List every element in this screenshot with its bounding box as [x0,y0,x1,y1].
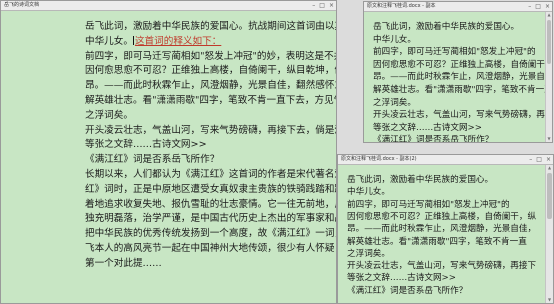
text-line: 等张之文辞……古诗文网>> [85,139,207,151]
window-title: 原文和注释飞桂词.docx - 副本 [367,3,436,9]
title-bar[interactable]: 原文和注释飞桂词.docx - 副本(2) – □ × [338,155,553,165]
title-bar[interactable]: 原文和注释飞桂词.docx - 副本 – □ × [364,2,552,12]
document-body[interactable]: 岳飞此词，激励着中华民族的爱国心。 中华儿女。前四字，即可马迁写蔺相如"怒发上冲冠… [364,12,552,142]
text-line: 岳飞此词，激励着中华民族的爱国心。抗战期间这首词由以其低回 [85,21,337,32]
text-line: 昂。——而此时秋霖乍止，风澄烟静，光景自佳， [347,224,537,235]
window-title: 岳飞的诗词文档 [4,2,40,8]
text-line: 岳飞此词，激励着中华民族的爱国心。 [347,175,494,185]
text-line: 因何愈思愈不可忍？正维独上高楼，自倚阑干，纵 [347,211,537,222]
text-line: 之浮词矣。 [85,109,133,121]
text-line: 岳飞此词，激励着中华民族的爱国心。 [373,22,520,32]
text-line: 中华儿女。 [373,34,416,45]
maximize-icon[interactable]: □ [536,155,542,164]
text-line: 红》词时，正是中原地区遭受女真奴隶主贵族的铁骑践踏和蹂躏的岁月 [85,183,336,195]
scrollbar-thumb[interactable] [547,20,551,64]
text-line: 开头凌云壮志，气盖山河，写来气势磅礴，再接下 [347,261,537,272]
maximize-icon[interactable]: □ [535,2,541,11]
minimize-icon[interactable]: – [529,155,532,164]
scroll-down-icon[interactable]: ▼ [546,297,553,303]
text-line: 第一个对此提…… [85,257,162,269]
scroll-up-icon[interactable]: ▲ [546,12,552,18]
vertical-scrollbar[interactable]: ▲ ▼ [545,165,553,303]
text-line: 独充明磊落，治学严谨，是中国古代历史上杰出的军事家和战略家，他是 [85,213,336,225]
scroll-up-icon[interactable]: ▲ [546,165,553,171]
document-body[interactable]: 岳飞此词，激励着中华民族的爱国心。抗战期间这首词由以其低回 中华儿女。 这首词的释义… [1,11,336,303]
title-bar[interactable]: 岳飞的诗词文档 – □ × [1,1,336,11]
text-cursor [132,35,134,45]
text-line: 飞本人的高风亮节一起在中国神州大地传颂，很少有人怀疑《满江红》 [85,243,336,254]
minimize-icon[interactable]: – [312,1,315,10]
text-segment: 中华儿女。 [85,35,133,47]
minimize-icon[interactable]: – [528,2,531,11]
text-line: 等张之文辞……古诗文网>> [347,273,456,284]
copy2-document-window[interactable]: 原文和注释飞桂词.docx - 副本(2) – □ × 岳飞此词，激励着中华民族… [337,154,554,304]
text-line: 前四字，即可马迁写蔺相如"怒发上冲冠"的 [373,47,536,58]
text-line: 等张之文辞……古诗文网>> [373,122,482,133]
text-line: 之浮词矣。 [347,248,390,259]
text-line: 前四字，即可马迁写蔺相如"怒发上冲冠"的 [347,199,510,210]
close-icon[interactable]: × [545,2,550,11]
maximize-icon[interactable]: □ [319,1,325,10]
highlighted-text[interactable]: 这首词的释义如下： [135,36,221,47]
text-line: 因何愈思愈不可忍？正维独上高楼，自倚阑干，纵目乾坤，俯仰六合， [85,65,336,77]
text-line: 之浮词矣。 [373,97,416,108]
scrollbar-thumb[interactable] [547,173,552,219]
text-line: 《满江红》词是否系岳飞所作？ [347,285,468,296]
text-line: 长期以来，人们都认为《满江红》这首词的作者是宋代著名爱国将领岳飞 [85,169,336,180]
scroll-down-icon[interactable]: ▼ [546,136,552,142]
text-line: 前四字，即可马迁写蔺相如"怒发上冲冠"的妙，表明这是不共戴天的 [85,50,336,62]
text-line: 开头凌云壮志，气盖山河，写来气势磅礴，再接下 [373,110,545,121]
text-line: 昂。——而此时秋霖乍止，风澄烟静，光景自佳， [373,72,545,83]
text-line: 《满江红》词是否系岳飞所作？ [85,154,220,166]
text-line: 解英雄壮志。看"潇潇雨歇"四字，笔致不肯一直下去，方见气度渊静 [85,95,336,106]
document-body[interactable]: 岳飞此词，激励着中华民族的爱国心。 中华儿女。 前四字，即可马迁写蔺相如"怒发上冲冠… [338,165,553,303]
text-line: 解英雄壮志。看"潇潇雨歇"四字，笔致不肯一直 [373,85,545,95]
window-title: 原文和注释飞桂词.docx - 副本(2) [341,156,417,162]
text-line: 中华儿女。 这首词的释义如下： [85,35,336,50]
close-icon[interactable]: × [546,155,551,164]
text-line: 昂。——而此时秋霖乍止，风澄烟静，光景自佳，翻然感怀之怀，于是 [85,80,336,92]
text-line: 中华儿女。 [347,187,390,198]
text-line: 《满江红》词是否系岳飞所作？ [373,135,494,143]
text-line: 因何愈思愈不可忍？正维独上高楼，自倚阑干，纵 [373,59,545,70]
close-icon[interactable]: × [329,1,334,10]
main-document-window[interactable]: 岳飞的诗词文档 – □ × 岳飞此词，激励着中华民族的爱国心。抗战期间这首词由以… [0,0,337,304]
text-line: 解英雄壮志。看"潇潇雨歇"四字，笔致不肯一直 [347,236,527,247]
copy-document-window[interactable]: 原文和注释飞桂词.docx - 副本 – □ × 岳飞此词，激励着中华民族的爱国… [363,1,553,143]
text-line: 开头凌云壮志，气盖山河，写来气势磅礴，再接下去，倘是满手，有意 [85,124,336,136]
text-line: 把中华民族的优秀传统发扬到一个高度，故《满江红》一词，一直作为岳 [85,228,336,240]
vertical-scrollbar[interactable]: ▲ ▼ [545,12,552,142]
text-line: 着地追求收复失地、报仇雪耻的壮志豪情。它一往无前地，反对投降，代表 [85,198,336,210]
